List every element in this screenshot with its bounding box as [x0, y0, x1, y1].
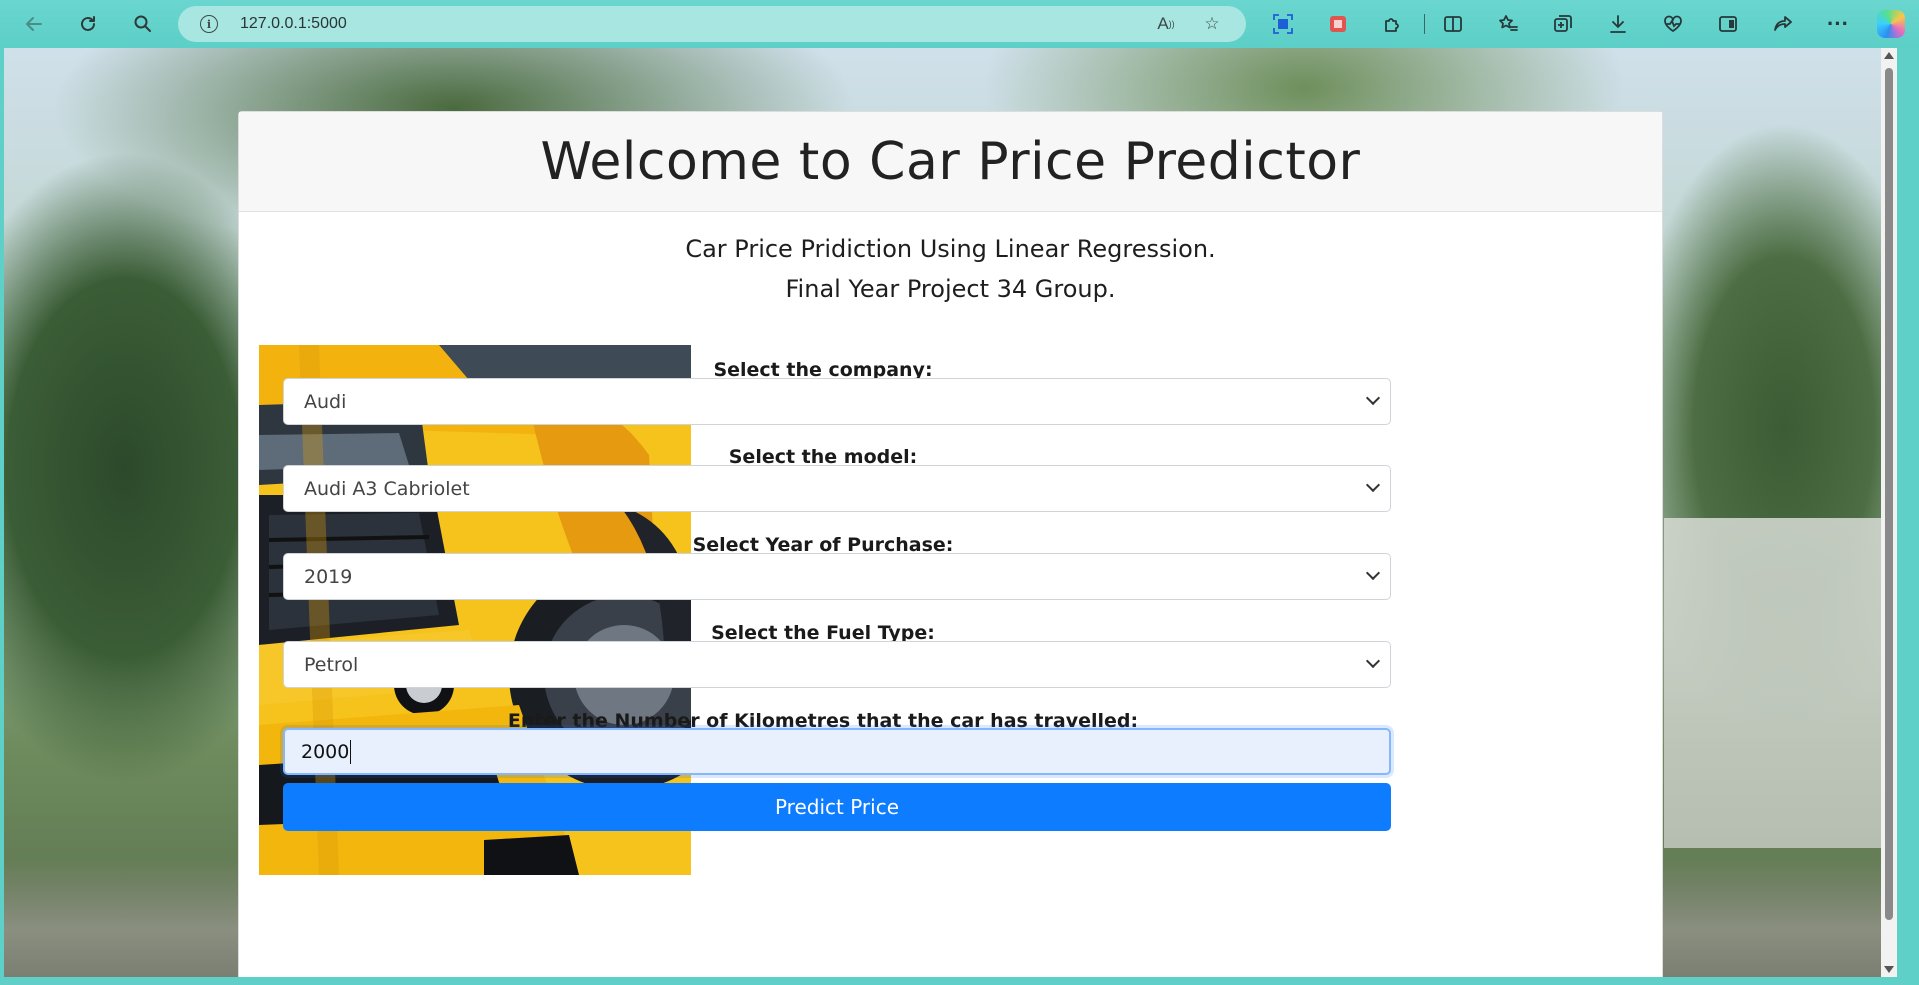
scrollbar-thumb[interactable] [1885, 68, 1893, 920]
more-menu-icon[interactable]: ··· [1824, 10, 1852, 38]
kilometres-input[interactable]: 2000 [283, 728, 1391, 775]
subtitle-line-1: Car Price Pridiction Using Linear Regres… [685, 235, 1216, 263]
year-select[interactable]: 2019 [283, 553, 1391, 600]
chevron-down-icon [1365, 565, 1381, 581]
scroll-up-icon[interactable] [1884, 52, 1894, 59]
copilot-icon[interactable] [1877, 10, 1905, 38]
chevron-down-icon [1365, 477, 1381, 493]
collections-icon[interactable] [1549, 10, 1577, 38]
extensions-puzzle-icon[interactable] [1378, 10, 1406, 38]
refresh-icon[interactable] [73, 9, 103, 39]
text-caret [350, 739, 352, 764]
read-aloud-icon[interactable]: A)) [1154, 12, 1178, 36]
predictor-card: Welcome to Car Price Predictor Car Price… [238, 111, 1663, 977]
toolbar-divider [1424, 14, 1425, 34]
extension-red-icon[interactable] [1324, 10, 1352, 38]
chevron-down-icon [1365, 653, 1381, 669]
model-selected-value: Audi A3 Cabriolet [304, 477, 470, 500]
address-bar[interactable]: i 127.0.0.1:5000 A)) ☆ [178, 6, 1246, 42]
background-building [1664, 518, 1897, 848]
chevron-down-icon [1365, 390, 1381, 406]
downloads-icon[interactable] [1604, 10, 1632, 38]
search-icon[interactable] [128, 9, 158, 39]
browser-essentials-icon[interactable] [1714, 10, 1742, 38]
predict-price-button[interactable]: Predict Price [283, 783, 1391, 831]
screenshot-icon[interactable] [1269, 10, 1297, 38]
browser-toolbar: i 127.0.0.1:5000 A)) ☆ ··· [0, 0, 1919, 48]
site-info-icon[interactable]: i [200, 15, 218, 33]
favorites-icon[interactable] [1494, 10, 1522, 38]
back-icon[interactable] [19, 9, 49, 39]
split-screen-icon[interactable] [1439, 10, 1467, 38]
page-viewport: Welcome to Car Price Predictor Car Price… [4, 48, 1897, 977]
company-selected-value: Audi [304, 390, 347, 413]
subtitle-line-2: Final Year Project 34 Group. [785, 275, 1116, 303]
page-title: Welcome to Car Price Predictor [540, 131, 1361, 192]
share-icon[interactable] [1769, 10, 1797, 38]
card-header: Welcome to Car Price Predictor [239, 112, 1662, 212]
performance-heart-icon[interactable] [1659, 10, 1687, 38]
fuel-select[interactable]: Petrol [283, 641, 1391, 688]
fuel-selected-value: Petrol [304, 653, 359, 676]
address-url[interactable]: 127.0.0.1:5000 [240, 15, 347, 33]
favorite-star-icon[interactable]: ☆ [1200, 12, 1224, 36]
year-selected-value: 2019 [304, 565, 353, 588]
scroll-down-icon[interactable] [1884, 966, 1894, 973]
model-select[interactable]: Audi A3 Cabriolet [283, 465, 1391, 512]
kilometres-input-value: 2000 [301, 740, 350, 763]
vertical-scrollbar[interactable] [1881, 48, 1897, 977]
company-select[interactable]: Audi [283, 378, 1391, 425]
